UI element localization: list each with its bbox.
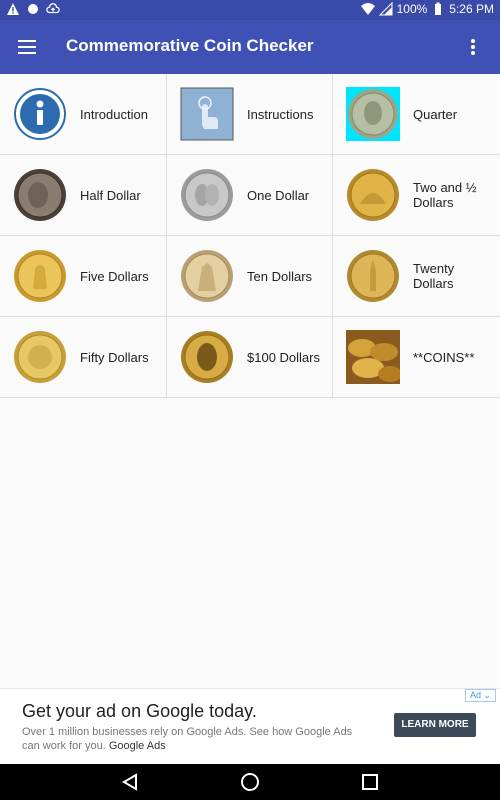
home-icon[interactable] [240, 772, 260, 792]
one-dollar-coin-icon [180, 168, 234, 222]
two-and-half-dollar-coin-icon [346, 168, 400, 222]
coins-pile-icon [346, 330, 400, 384]
grid-item-hundred-dollars[interactable]: $100 Dollars [167, 317, 333, 398]
grid-item-coins[interactable]: **COINS** [333, 317, 500, 398]
ad-brand: Google Ads [108, 740, 166, 752]
cloud-sync-icon [46, 3, 60, 14]
grid-item-label: $100 Dollars [247, 349, 320, 365]
grid-item-label: Introduction [80, 106, 148, 122]
ad-body: Over 1 million businesses rely on Google… [22, 726, 353, 752]
twenty-dollar-coin-icon [346, 249, 400, 303]
grid-item-label: Instructions [247, 106, 314, 122]
grid-item-one-dollar[interactable]: One Dollar [167, 155, 333, 236]
grid-item-instructions[interactable]: Instructions [167, 74, 333, 155]
grid-item-label: Twenty Dollars [413, 261, 455, 291]
coin-category-grid: Introduction Instructions Quarter Half D… [0, 74, 500, 398]
grid-item-label: Half Dollar [80, 187, 141, 203]
quarter-coin-icon [346, 87, 400, 141]
learn-more-button[interactable]: LEARN MORE [394, 713, 476, 737]
ad-banner[interactable]: Ad ⌄ Get your ad on Google today. Over 1… [0, 688, 500, 764]
signal-icon [378, 2, 393, 16]
more-vert-icon[interactable] [460, 34, 486, 60]
battery-percent: 100% [396, 2, 428, 16]
grid-item-label: Quarter [413, 106, 458, 122]
fifty-dollar-coin-icon [13, 330, 67, 384]
warning-icon [7, 3, 19, 15]
grid-item-five-dollars[interactable]: Five Dollars [0, 236, 167, 317]
grid-item-quarter[interactable]: Quarter [333, 74, 500, 155]
grid-item-label: One Dollar [247, 187, 310, 203]
recents-icon[interactable] [360, 772, 380, 792]
ad-badge[interactable]: Ad ⌄ [464, 689, 496, 702]
info-icon [13, 87, 67, 141]
ad-headline[interactable]: Get your ad on Google today. [22, 701, 257, 722]
notification-dot-icon [28, 4, 38, 14]
grid-item-ten-dollars[interactable]: Ten Dollars [167, 236, 333, 317]
grid-item-label: Five Dollars [80, 268, 149, 284]
wifi-icon [360, 3, 375, 15]
app-bar: Commemorative Coin Checker [0, 20, 500, 74]
clock: 5:26 PM [449, 2, 494, 16]
grid-item-two-and-half-dollars[interactable]: Two and ½ Dollars [333, 155, 500, 236]
back-icon[interactable] [120, 772, 140, 792]
five-dollar-coin-icon [13, 249, 67, 303]
battery-icon [435, 2, 442, 15]
grid-item-label: Fifty Dollars [80, 349, 149, 365]
grid-item-label: Ten Dollars [247, 268, 313, 284]
grid-item-label: Two and ½ Dollars [413, 180, 477, 210]
grid-item-half-dollar[interactable]: Half Dollar [0, 155, 167, 236]
touch-hand-icon [180, 87, 234, 141]
ten-dollar-coin-icon [180, 249, 234, 303]
grid-item-introduction[interactable]: Introduction [0, 74, 167, 155]
app-title: Commemorative Coin Checker [66, 36, 314, 55]
grid-item-twenty-dollars[interactable]: Twenty Dollars [333, 236, 500, 317]
system-navigation-bar [0, 764, 500, 800]
hundred-dollar-coin-icon [180, 330, 234, 384]
grid-item-fifty-dollars[interactable]: Fifty Dollars [0, 317, 167, 398]
half-dollar-coin-icon [13, 168, 67, 222]
status-bar: 100% 5:26 PM [0, 0, 500, 20]
grid-item-label: **COINS** [413, 349, 475, 365]
hamburger-menu-icon[interactable] [14, 34, 40, 60]
